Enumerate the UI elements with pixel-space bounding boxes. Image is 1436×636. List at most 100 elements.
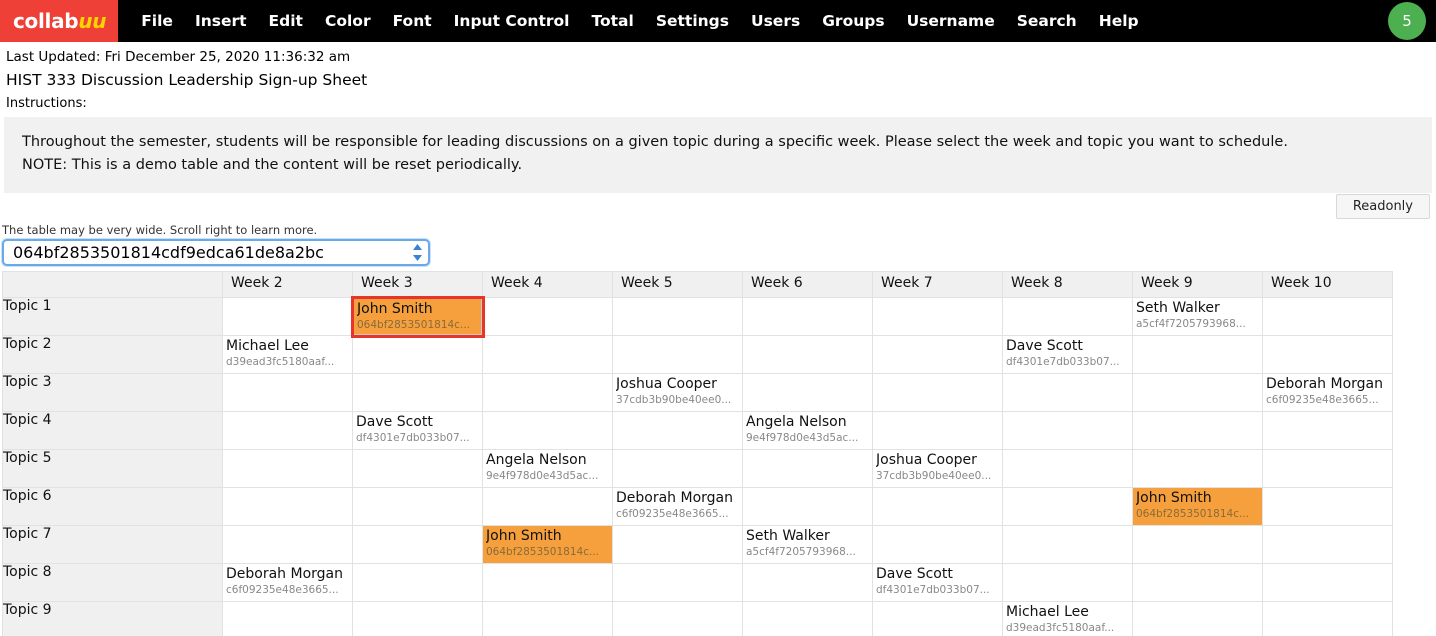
signup-cell[interactable] (1132, 525, 1263, 564)
signup-cell[interactable] (482, 373, 613, 412)
signup-cell[interactable] (1262, 563, 1393, 602)
column-header-week-2[interactable]: Week 2 (222, 271, 353, 298)
signup-cell[interactable] (872, 411, 1003, 450)
signup-cell[interactable] (612, 449, 743, 488)
notification-badge-wrapper[interactable]: 5 (1388, 2, 1426, 40)
readonly-button[interactable]: Readonly (1335, 194, 1430, 219)
menu-item-groups[interactable]: Groups (811, 0, 895, 42)
menu-item-color[interactable]: Color (314, 0, 382, 42)
signup-cell[interactable] (352, 449, 483, 488)
signup-cell[interactable]: Seth Walker a5cf4f7205793968... (1132, 297, 1263, 336)
menu-item-help[interactable]: Help (1088, 0, 1150, 42)
signup-cell[interactable] (482, 563, 613, 602)
signup-cell[interactable] (222, 411, 353, 450)
signup-cell[interactable] (742, 487, 873, 526)
menu-item-total[interactable]: Total (580, 0, 644, 42)
signup-cell[interactable]: Deborah Morgan c6f09235e48e3665... (222, 563, 353, 602)
app-logo[interactable]: collab uu (0, 0, 119, 42)
signup-cell[interactable] (222, 487, 353, 526)
signup-cell[interactable] (872, 373, 1003, 412)
signup-cell[interactable] (1132, 563, 1263, 602)
column-header-week-5[interactable]: Week 5 (612, 271, 743, 298)
menu-item-search[interactable]: Search (1006, 0, 1088, 42)
signup-cell[interactable] (872, 525, 1003, 564)
signup-cell[interactable]: Deborah Morgan c6f09235e48e3665... (1262, 373, 1393, 412)
signup-cell[interactable] (742, 563, 873, 602)
menu-item-file[interactable]: File (130, 0, 184, 42)
signup-cell[interactable] (612, 601, 743, 636)
signup-cell[interactable] (352, 335, 483, 374)
signup-cell[interactable] (482, 411, 613, 450)
signup-cell[interactable] (352, 487, 483, 526)
signup-cell[interactable] (482, 297, 613, 336)
signup-cell[interactable]: Joshua Cooper 37cdb3b90be40ee0... (612, 373, 743, 412)
signup-cell[interactable]: Dave Scott df4301e7db033b07... (352, 411, 483, 450)
signup-cell[interactable]: Angela Nelson 9e4f978d0e43d5ac... (742, 411, 873, 450)
column-header-week-7[interactable]: Week 7 (872, 271, 1003, 298)
signup-cell[interactable] (222, 601, 353, 636)
signup-cell[interactable]: Seth Walker a5cf4f7205793968... (742, 525, 873, 564)
signup-cell[interactable] (1002, 487, 1133, 526)
menu-item-users[interactable]: Users (740, 0, 811, 42)
signup-cell[interactable] (1132, 601, 1263, 636)
signup-cell[interactable] (482, 335, 613, 374)
signup-cell[interactable]: Dave Scott df4301e7db033b07... (1002, 335, 1133, 374)
signup-cell[interactable] (742, 373, 873, 412)
signup-cell[interactable] (872, 487, 1003, 526)
signup-cell[interactable] (1262, 449, 1393, 488)
notification-badge[interactable]: 5 (1388, 2, 1426, 40)
signup-cell[interactable] (872, 335, 1003, 374)
signup-cell[interactable] (352, 373, 483, 412)
signup-cell[interactable] (1262, 335, 1393, 374)
signup-cell[interactable] (352, 525, 483, 564)
signup-cell[interactable]: Angela Nelson 9e4f978d0e43d5ac... (482, 449, 613, 488)
signup-cell[interactable]: John Smith 064bf2853501814c... (482, 525, 613, 564)
signup-cell[interactable] (612, 335, 743, 374)
signup-cell[interactable] (872, 297, 1003, 336)
signup-cell[interactable] (612, 563, 743, 602)
signup-cell[interactable] (1262, 525, 1393, 564)
column-header-week-4[interactable]: Week 4 (482, 271, 613, 298)
signup-cell[interactable] (1002, 297, 1133, 336)
menu-item-insert[interactable]: Insert (184, 0, 258, 42)
signup-cell[interactable] (352, 601, 483, 636)
signup-cell[interactable] (352, 563, 483, 602)
signup-cell[interactable] (222, 449, 353, 488)
signup-cell[interactable] (742, 449, 873, 488)
signup-cell[interactable]: Michael Lee d39ead3fc5180aaf... (1002, 601, 1133, 636)
signup-cell[interactable]: Joshua Cooper 37cdb3b90be40ee0... (872, 449, 1003, 488)
menu-item-input-control[interactable]: Input Control (443, 0, 581, 42)
column-header-week-10[interactable]: Week 10 (1262, 271, 1393, 298)
user-select-wrapper[interactable]: 064bf2853501814cdf9edca61de8a2bc (2, 239, 430, 266)
signup-cell[interactable] (612, 297, 743, 336)
signup-cell[interactable] (482, 601, 613, 636)
column-header-week-9[interactable]: Week 9 (1132, 271, 1263, 298)
menu-item-edit[interactable]: Edit (258, 0, 314, 42)
signup-cell[interactable] (222, 525, 353, 564)
signup-cell[interactable] (1132, 411, 1263, 450)
signup-cell[interactable]: Michael Lee d39ead3fc5180aaf... (222, 335, 353, 374)
menu-item-username[interactable]: Username (896, 0, 1006, 42)
signup-cell[interactable] (742, 297, 873, 336)
signup-cell[interactable] (1262, 601, 1393, 636)
user-select[interactable]: 064bf2853501814cdf9edca61de8a2bc (2, 239, 430, 266)
signup-cell[interactable] (1002, 525, 1133, 564)
signup-cell[interactable] (222, 297, 353, 336)
column-header-week-6[interactable]: Week 6 (742, 271, 873, 298)
signup-cell[interactable] (612, 525, 743, 564)
signup-cell[interactable] (1132, 335, 1263, 374)
signup-cell[interactable]: John Smith 064bf2853501814c... (1132, 487, 1263, 526)
signup-cell[interactable]: John Smith 064bf2853501814c... (350, 295, 485, 338)
signup-cell[interactable] (1262, 297, 1393, 336)
signup-cell[interactable]: Dave Scott df4301e7db033b07... (872, 563, 1003, 602)
signup-cell[interactable] (1002, 449, 1133, 488)
signup-cell[interactable] (742, 335, 873, 374)
menu-item-settings[interactable]: Settings (645, 0, 740, 42)
signup-cell[interactable] (1132, 449, 1263, 488)
menu-item-font[interactable]: Font (382, 0, 443, 42)
signup-cell[interactable] (742, 601, 873, 636)
signup-cell[interactable] (1262, 487, 1393, 526)
column-header-week-3[interactable]: Week 3 (352, 271, 483, 298)
signup-cell[interactable]: Deborah Morgan c6f09235e48e3665... (612, 487, 743, 526)
signup-cell[interactable] (1002, 373, 1133, 412)
